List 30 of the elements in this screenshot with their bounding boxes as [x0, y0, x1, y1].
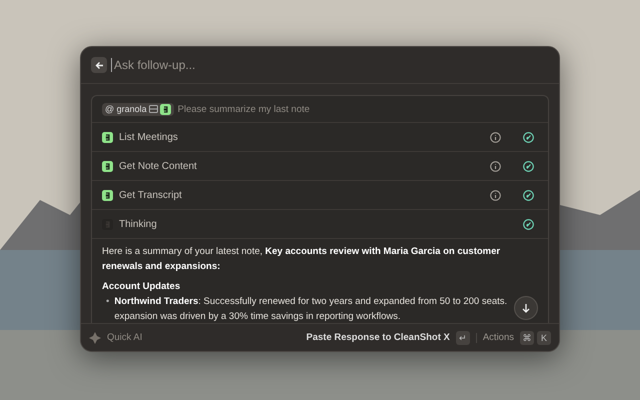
- step-label: Thinking: [119, 218, 158, 230]
- app-icon: [102, 132, 113, 142]
- card-icon: [148, 105, 158, 113]
- app-name: Quick AI: [107, 332, 142, 343]
- info-icon[interactable]: [490, 132, 501, 142]
- paste-response-button[interactable]: Paste Response to CleanShot X: [306, 332, 450, 343]
- app-icon: [102, 160, 113, 172]
- step-label: Get Note Content: [119, 160, 198, 172]
- back-arrow-icon: [94, 60, 104, 70]
- bullet-marker: •: [106, 295, 110, 309]
- app-icon: [102, 190, 113, 200]
- step-label: Get Transcript: [119, 190, 183, 200]
- scroll-down-button[interactable]: [514, 296, 538, 320]
- back-button[interactable]: [91, 57, 107, 73]
- info-icon[interactable]: [490, 160, 501, 172]
- actions-button[interactable]: Actions: [482, 332, 514, 343]
- prompt-text: Please summarize my last note: [178, 104, 310, 114]
- app-icon: [160, 104, 171, 114]
- quick-ai-logo-icon: [89, 332, 101, 344]
- mention-label: @ granola: [105, 104, 147, 114]
- down-arrow-icon: [522, 304, 530, 312]
- shortcut-key: ⌘: [520, 330, 534, 344]
- enter-key: ↵: [456, 330, 470, 344]
- follow-up-input[interactable]: Ask follow-up...: [111, 58, 549, 72]
- summary-intro: Here is a summary of your latest note, Key accounts review with Maria Garcia on customer renewals and expansions:: [102, 245, 502, 274]
- bullet-text: Northwind Traders: Successfully renewed for two years and expanded from 50 to 200 seats. expansion was driven by a 30% time savings in reporting workflows.: [114, 295, 508, 323]
- info-icon[interactable]: [490, 190, 501, 200]
- section-heading: Account Updates: [102, 280, 182, 294]
- step-label: List Meetings: [119, 132, 179, 142]
- shortcut-key: K: [537, 330, 551, 344]
